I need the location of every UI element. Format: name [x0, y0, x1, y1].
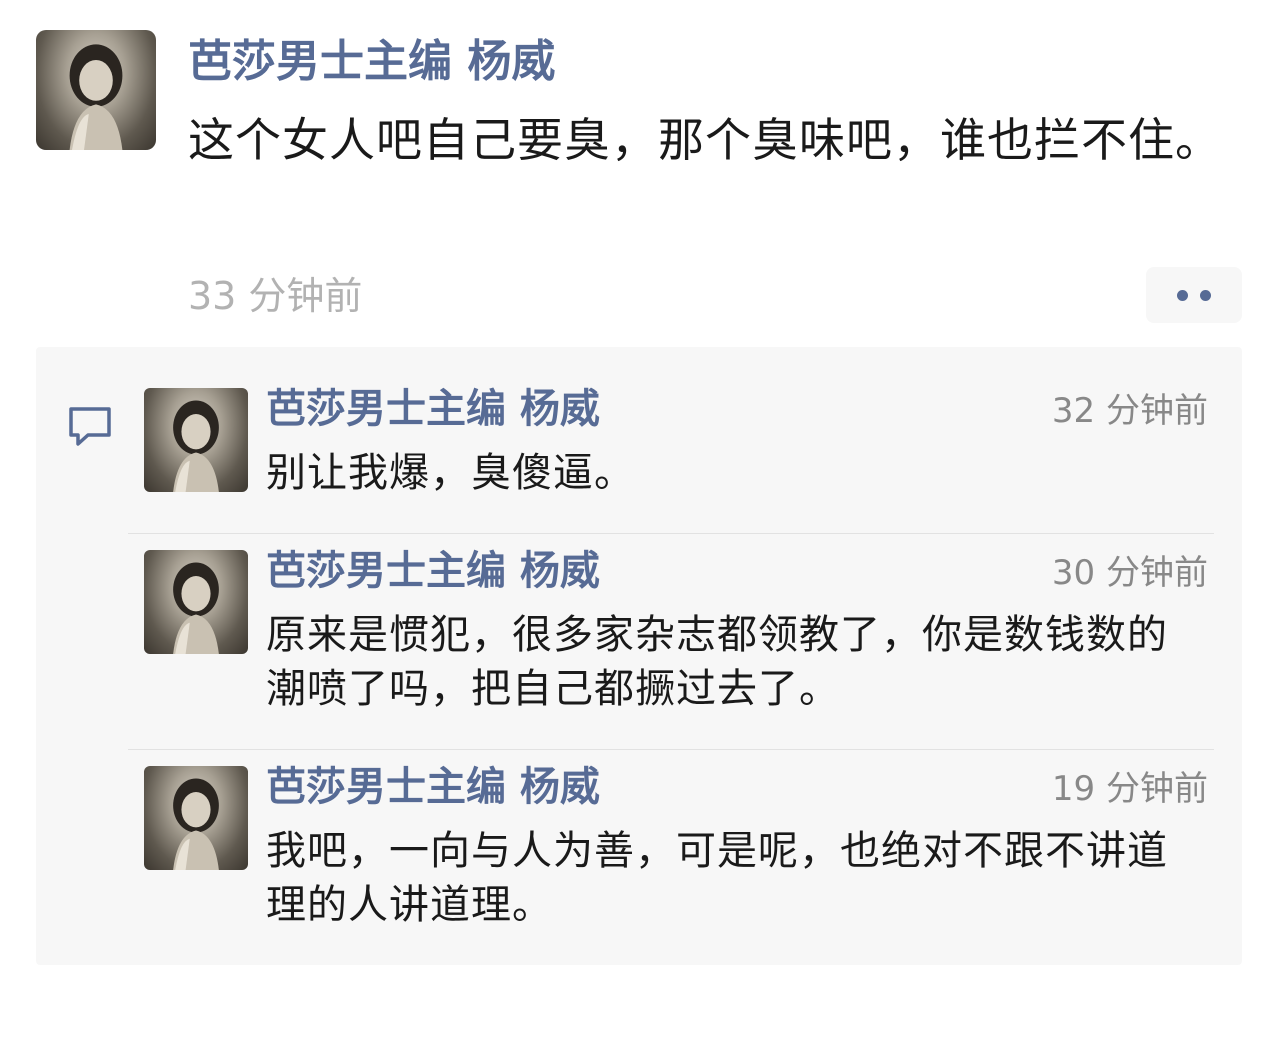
comment-divider	[128, 749, 1214, 750]
comment-text: 原来是惯犯，很多家杂志都领教了，你是数钱数的潮喷了吗，把自己都撅过去了。	[266, 612, 1168, 712]
comment-avatar[interactable]	[144, 766, 248, 870]
more-dots-icon	[1177, 289, 1188, 301]
portrait-avatar-icon	[173, 562, 219, 654]
post-timestamp: 33 分钟前	[188, 274, 363, 318]
comment-bubble-icon	[69, 407, 111, 446]
post-author-avatar[interactable]	[36, 30, 156, 150]
comment-divider	[128, 533, 1214, 534]
comment-author-name[interactable]: 芭莎男士主编 杨威	[266, 762, 600, 812]
more-actions-button[interactable]	[1146, 267, 1242, 323]
comment-avatar[interactable]	[144, 388, 248, 492]
comment-avatar[interactable]	[144, 550, 248, 654]
comment-timestamp: 30 分钟前	[1051, 553, 1208, 593]
comment-timestamp: 19 分钟前	[1051, 769, 1208, 809]
comment-text: 我吧，一向与人为善，可是呢，也绝对不跟不讲道理的人讲道理。	[266, 828, 1168, 928]
portrait-avatar-icon	[69, 44, 123, 150]
post-text: 这个女人吧自己要臭，那个臭味吧，谁也拦不住。	[188, 113, 1222, 167]
comment-timestamp: 32 分钟前	[1051, 391, 1208, 431]
comment-text: 别让我爆，臭傻逼。	[266, 450, 635, 496]
comment-author-name[interactable]: 芭莎男士主编 杨威	[266, 384, 600, 434]
more-dots-icon	[1200, 289, 1211, 301]
portrait-avatar-icon	[173, 778, 219, 870]
comment-author-name[interactable]: 芭莎男士主编 杨威	[266, 546, 600, 596]
post-author-name[interactable]: 芭莎男士主编 杨威	[188, 34, 555, 90]
portrait-avatar-icon	[173, 400, 219, 492]
